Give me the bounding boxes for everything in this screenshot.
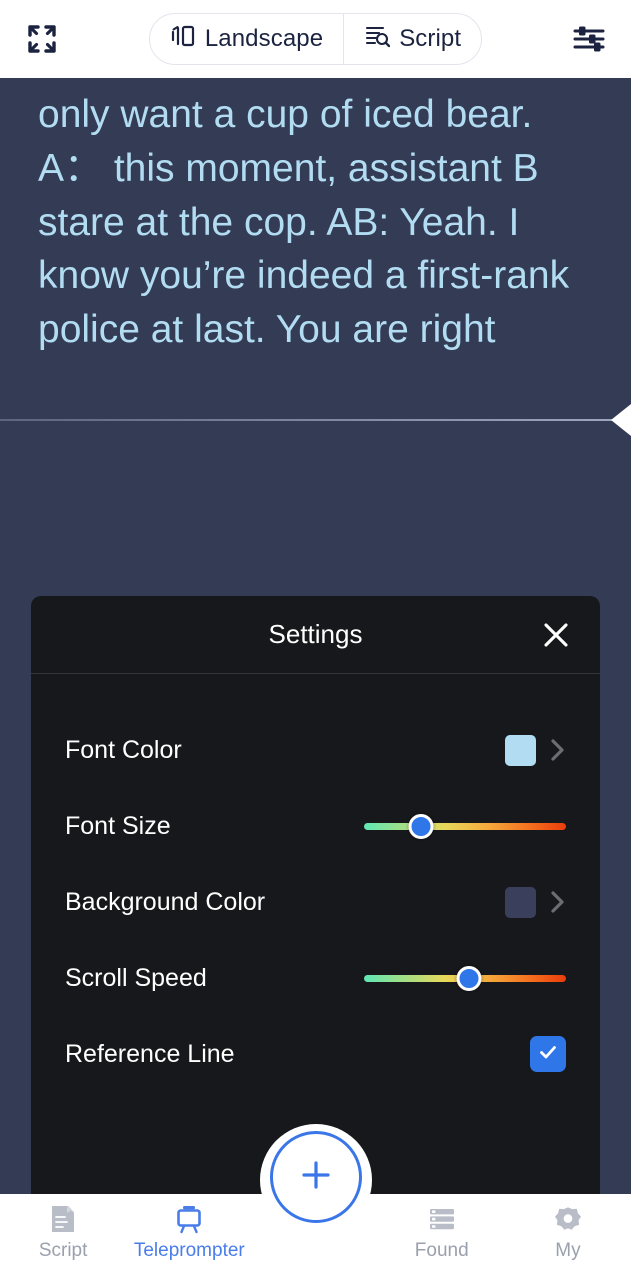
setting-value-font-color [505, 734, 566, 766]
setting-row-reference-line[interactable]: Reference Line [31, 1016, 600, 1092]
font-size-slider[interactable] [364, 812, 566, 840]
script-search-icon [364, 23, 391, 56]
settings-panel-header: Settings [31, 596, 600, 674]
scroll-speed-slider-thumb[interactable] [456, 965, 482, 991]
setting-label-background-color: Background Color [65, 887, 266, 916]
settings-panel: Settings Font Color Font Size Background… [31, 596, 600, 1196]
mode-segmented-control: Landscape Script [148, 13, 483, 65]
segment-script-label: Script [399, 25, 462, 52]
nav-label-found: Found [414, 1240, 469, 1261]
chevron-right-icon [550, 736, 566, 764]
nav-label-script: Script [38, 1240, 88, 1261]
top-toolbar: Landscape Script [0, 0, 631, 78]
segment-landscape[interactable]: Landscape [150, 14, 343, 64]
add-new-button[interactable] [269, 1131, 362, 1223]
setting-row-font-size[interactable]: Font Size [31, 788, 600, 864]
setting-row-font-color[interactable]: Font Color [31, 712, 600, 788]
equalizer-sliders-icon[interactable] [565, 15, 613, 63]
checkmark-icon [537, 1041, 559, 1068]
setting-label-scroll-speed: Scroll Speed [65, 963, 207, 992]
orientation-landscape-icon [170, 23, 196, 56]
fullscreen-expand-icon[interactable] [18, 15, 66, 63]
gear-icon [553, 1202, 583, 1236]
setting-row-scroll-speed[interactable]: Scroll Speed [31, 940, 600, 1016]
nav-item-my[interactable]: My [505, 1194, 631, 1262]
reference-line-checkbox[interactable] [530, 1036, 566, 1072]
setting-value-scroll-speed [364, 964, 566, 992]
nav-label-my: My [555, 1240, 581, 1261]
setting-label-reference-line: Reference Line [65, 1039, 235, 1068]
setting-value-reference-line [530, 1036, 566, 1072]
reference-line [0, 419, 631, 421]
settings-title: Settings [268, 619, 363, 649]
teleprompter-screen-icon [173, 1202, 205, 1236]
plus-icon [293, 1152, 339, 1203]
font-size-slider-thumb[interactable] [408, 813, 434, 839]
document-bookmark-icon [48, 1202, 78, 1236]
nav-item-teleprompter[interactable]: Teleprompter [126, 1194, 252, 1262]
font-color-swatch[interactable] [505, 734, 536, 766]
segment-script[interactable]: Script [343, 14, 481, 64]
setting-label-font-color: Font Color [65, 735, 182, 764]
bottom-navigation: Script Teleprompter Found My [0, 1124, 631, 1280]
settings-rows: Font Color Font Size Background Color Sc… [31, 674, 600, 1092]
segment-landscape-label: Landscape [204, 25, 324, 52]
nav-item-found[interactable]: Found [379, 1194, 505, 1262]
setting-value-background-color [505, 886, 566, 918]
teleprompter-app-screen: Landscape Script only want a cup of iced… [0, 0, 631, 1280]
nav-item-script[interactable]: Script [0, 1194, 126, 1262]
setting-row-background-color[interactable]: Background Color [31, 864, 600, 940]
font-size-slider-track [364, 822, 566, 830]
background-color-swatch[interactable] [505, 886, 536, 918]
setting-label-font-size: Font Size [65, 811, 171, 840]
left-triangle-marker-icon[interactable] [611, 404, 631, 436]
scroll-speed-slider[interactable] [364, 964, 566, 992]
prompter-script-text: only want a cup of iced bear. A： this mo… [38, 93, 570, 352]
close-icon[interactable] [534, 613, 578, 657]
list-rows-icon [427, 1202, 457, 1236]
nav-label-teleprompter: Teleprompter [133, 1240, 245, 1261]
chevron-right-icon [550, 888, 566, 916]
setting-value-font-size [364, 812, 566, 840]
